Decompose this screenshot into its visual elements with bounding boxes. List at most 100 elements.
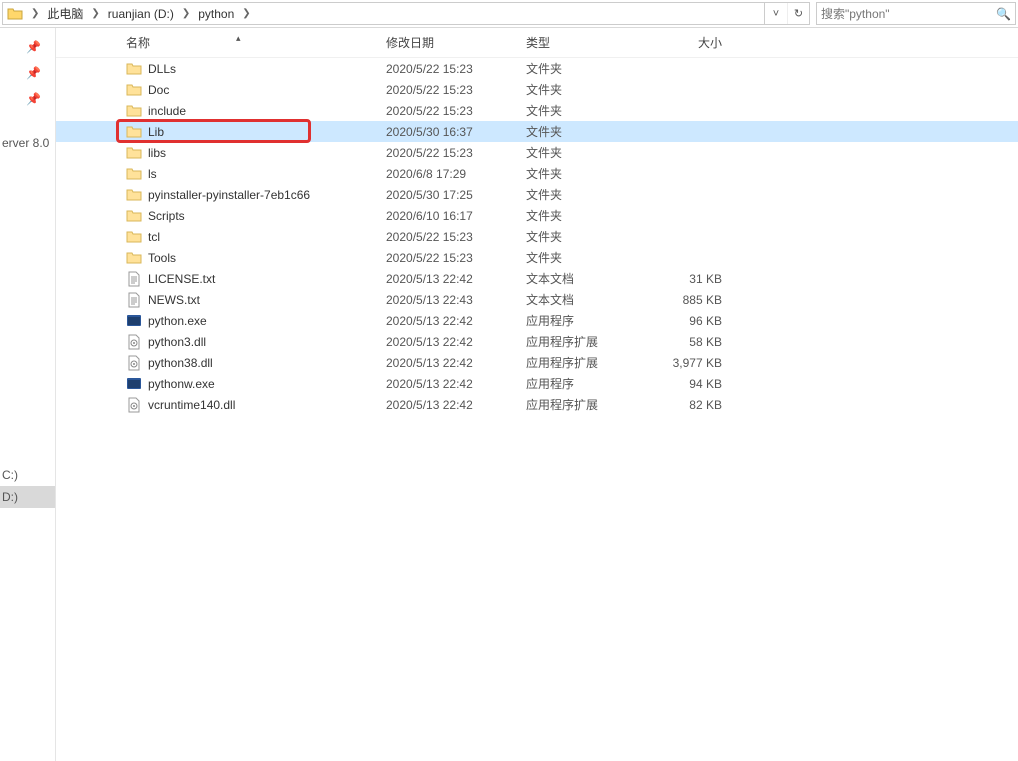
file-name: python3.dll <box>148 335 386 349</box>
refresh-icon: ↻ <box>794 7 803 20</box>
file-type: 文件夹 <box>526 60 650 77</box>
file-row[interactable]: Doc2020/5/22 15:23文件夹 <box>56 79 1018 100</box>
folder-icon <box>7 6 23 22</box>
file-name: NEWS.txt <box>148 293 386 307</box>
file-type: 文件夹 <box>526 81 650 98</box>
nav-item-server[interactable]: erver 8.0 <box>0 132 55 154</box>
file-size: 3,977 KB <box>650 356 722 370</box>
col-header-date[interactable]: 修改日期 <box>386 34 526 51</box>
breadcrumb-item[interactable]: ruanjian (D:) <box>104 3 178 24</box>
chevron-right-icon[interactable]: ❯ <box>178 8 194 19</box>
breadcrumb-item[interactable]: python <box>194 3 238 24</box>
chevron-right-icon[interactable]: ❯ <box>27 8 43 19</box>
file-row[interactable]: Tools2020/5/22 15:23文件夹 <box>56 247 1018 268</box>
folder-icon <box>126 166 142 182</box>
file-date: 2020/5/22 15:23 <box>386 251 526 265</box>
file-type: 文件夹 <box>526 144 650 161</box>
file-row[interactable]: python.exe2020/5/13 22:42应用程序96 KB <box>56 310 1018 331</box>
chevron-right-icon[interactable]: ❯ <box>87 8 103 19</box>
nav-item-drive-c[interactable]: C:) <box>0 464 55 486</box>
file-type: 应用程序扩展 <box>526 333 650 350</box>
file-date: 2020/5/13 22:42 <box>386 314 526 328</box>
file-name: Lib <box>148 125 386 139</box>
file-row[interactable]: Lib2020/5/30 16:37文件夹 <box>56 121 1018 142</box>
file-name: python.exe <box>148 314 386 328</box>
col-header-type[interactable]: 类型 <box>526 34 650 51</box>
file-row[interactable]: python38.dll2020/5/13 22:42应用程序扩展3,977 K… <box>56 352 1018 373</box>
file-row[interactable]: DLLs2020/5/22 15:23文件夹 <box>56 58 1018 79</box>
folder-icon <box>126 145 142 161</box>
file-size: 82 KB <box>650 398 722 412</box>
file-size: 96 KB <box>650 314 722 328</box>
folder-icon <box>126 82 142 98</box>
file-date: 2020/5/13 22:42 <box>386 377 526 391</box>
file-row[interactable]: include2020/5/22 15:23文件夹 <box>56 100 1018 121</box>
file-list-pane: 名称 ▴ 修改日期 类型 大小 DLLs2020/5/22 15:23文件夹Do… <box>56 28 1018 761</box>
file-row[interactable]: pyinstaller-pyinstaller-7eb1c662020/5/30… <box>56 184 1018 205</box>
folder-icon <box>126 250 142 266</box>
file-icon <box>126 292 142 308</box>
file-type: 应用程序 <box>526 312 650 329</box>
file-name: python38.dll <box>148 356 386 370</box>
file-row[interactable]: LICENSE.txt2020/5/13 22:42文本文档31 KB <box>56 268 1018 289</box>
dll-icon <box>126 334 142 350</box>
file-date: 2020/5/22 15:23 <box>386 62 526 76</box>
file-date: 2020/5/22 15:23 <box>386 146 526 160</box>
file-row[interactable]: python3.dll2020/5/13 22:42应用程序扩展58 KB <box>56 331 1018 352</box>
search-input[interactable]: 搜索"python" 🔍 <box>816 2 1016 25</box>
col-header-name[interactable]: 名称 ▴ <box>126 34 386 51</box>
file-row[interactable]: NEWS.txt2020/5/13 22:43文本文档885 KB <box>56 289 1018 310</box>
file-name: include <box>148 104 386 118</box>
file-row[interactable]: pythonw.exe2020/5/13 22:42应用程序94 KB <box>56 373 1018 394</box>
file-row[interactable]: ls2020/6/8 17:29文件夹 <box>56 163 1018 184</box>
dll-icon <box>126 397 142 413</box>
file-type: 应用程序扩展 <box>526 354 650 371</box>
file-row[interactable]: libs2020/5/22 15:23文件夹 <box>56 142 1018 163</box>
file-name: ls <box>148 167 386 181</box>
folder-icon <box>126 229 142 245</box>
file-name: LICENSE.txt <box>148 272 386 286</box>
refresh-button[interactable]: ↻ <box>787 3 809 24</box>
file-name: Doc <box>148 83 386 97</box>
file-date: 2020/5/13 22:42 <box>386 356 526 370</box>
dropdown-button[interactable]: ˅ <box>765 3 787 24</box>
col-header-name-label: 名称 <box>126 36 150 50</box>
file-date: 2020/5/22 15:23 <box>386 104 526 118</box>
file-date: 2020/6/10 16:17 <box>386 209 526 223</box>
nav-pane: 📌 📌 📌 erver 8.0 C:) D:) <box>0 28 56 761</box>
search-icon: 🔍 <box>996 7 1011 21</box>
breadcrumb[interactable]: ❯ 此电脑 ❯ ruanjian (D:) ❯ python ❯ <box>2 2 765 25</box>
file-type: 文件夹 <box>526 186 650 203</box>
file-date: 2020/5/13 22:43 <box>386 293 526 307</box>
file-size: 94 KB <box>650 377 722 391</box>
folder-icon <box>126 103 142 119</box>
file-type: 文件夹 <box>526 249 650 266</box>
file-size: 31 KB <box>650 272 722 286</box>
file-date: 2020/6/8 17:29 <box>386 167 526 181</box>
search-placeholder: 搜索"python" <box>821 5 890 22</box>
file-name: pythonw.exe <box>148 377 386 391</box>
main-split: 📌 📌 📌 erver 8.0 C:) D:) 名称 ▴ 修改日期 类型 大小 … <box>0 28 1018 761</box>
file-row[interactable]: vcruntime140.dll2020/5/13 22:42应用程序扩展82 … <box>56 394 1018 415</box>
pin-icon[interactable]: 📌 <box>0 34 55 60</box>
file-name: libs <box>148 146 386 160</box>
file-rows: DLLs2020/5/22 15:23文件夹Doc2020/5/22 15:23… <box>56 58 1018 415</box>
breadcrumb-item[interactable]: 此电脑 <box>43 3 87 24</box>
file-date: 2020/5/22 15:23 <box>386 83 526 97</box>
chevron-right-icon[interactable]: ❯ <box>238 8 254 19</box>
file-row[interactable]: Scripts2020/6/10 16:17文件夹 <box>56 205 1018 226</box>
folder-icon <box>126 124 142 140</box>
pin-icon[interactable]: 📌 <box>0 86 55 112</box>
address-bar: ❯ 此电脑 ❯ ruanjian (D:) ❯ python ❯ ˅ ↻ 搜索"… <box>0 0 1018 28</box>
file-name: pyinstaller-pyinstaller-7eb1c66 <box>148 188 386 202</box>
file-type: 文件夹 <box>526 228 650 245</box>
file-type: 文件夹 <box>526 165 650 182</box>
file-date: 2020/5/13 22:42 <box>386 398 526 412</box>
file-row[interactable]: tcl2020/5/22 15:23文件夹 <box>56 226 1018 247</box>
exe-icon <box>126 313 142 329</box>
chevron-down-icon: ˅ <box>773 8 779 20</box>
dll-icon <box>126 355 142 371</box>
col-header-size[interactable]: 大小 <box>650 34 722 51</box>
pin-icon[interactable]: 📌 <box>0 60 55 86</box>
nav-item-drive-d[interactable]: D:) <box>0 486 55 508</box>
